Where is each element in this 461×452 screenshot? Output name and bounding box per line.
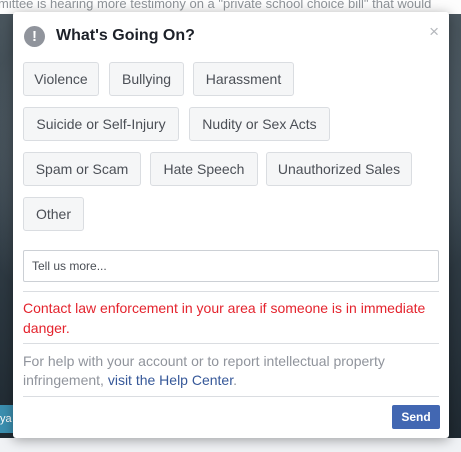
- help-center-link[interactable]: visit the Help Center: [108, 372, 233, 388]
- dialog-header: ! What's Going On?: [24, 24, 195, 48]
- tag-bullying[interactable]: Bullying: [109, 62, 184, 96]
- help-text-suffix: .: [233, 372, 238, 388]
- alert-icon: !: [24, 25, 45, 47]
- dialog-title: What's Going On?: [56, 27, 195, 44]
- background-left-tab: ya: [0, 405, 14, 433]
- help-text: For help with your account or to report …: [23, 352, 439, 390]
- tag-suicide-self-injury[interactable]: Suicide or Self-Injury: [23, 107, 179, 141]
- close-icon[interactable]: ×: [429, 23, 439, 40]
- tag-hate-speech[interactable]: Hate Speech: [150, 152, 258, 186]
- tag-other[interactable]: Other: [23, 197, 84, 231]
- report-dialog: ! What's Going On? × Violence Bullying H…: [13, 12, 449, 438]
- background-bottom-bar: [0, 438, 461, 452]
- tag-violence[interactable]: Violence: [23, 62, 99, 96]
- tell-us-more-input[interactable]: [23, 250, 439, 282]
- background-headline: mittee is hearing more testimony on a "p…: [0, 0, 432, 11]
- send-button[interactable]: Send: [392, 405, 440, 429]
- emergency-warning: Contact law enforcement in your area if …: [23, 300, 426, 336]
- tag-harassment[interactable]: Harassment: [193, 62, 294, 96]
- background-left-tab-text: ya: [0, 413, 12, 425]
- divider: [23, 396, 439, 397]
- divider: [23, 343, 439, 344]
- divider: [23, 291, 439, 292]
- tag-unauthorized-sales[interactable]: Unauthorized Sales: [266, 152, 412, 186]
- tag-spam-scam[interactable]: Spam or Scam: [23, 152, 141, 186]
- tag-nudity-sex-acts[interactable]: Nudity or Sex Acts: [189, 107, 330, 141]
